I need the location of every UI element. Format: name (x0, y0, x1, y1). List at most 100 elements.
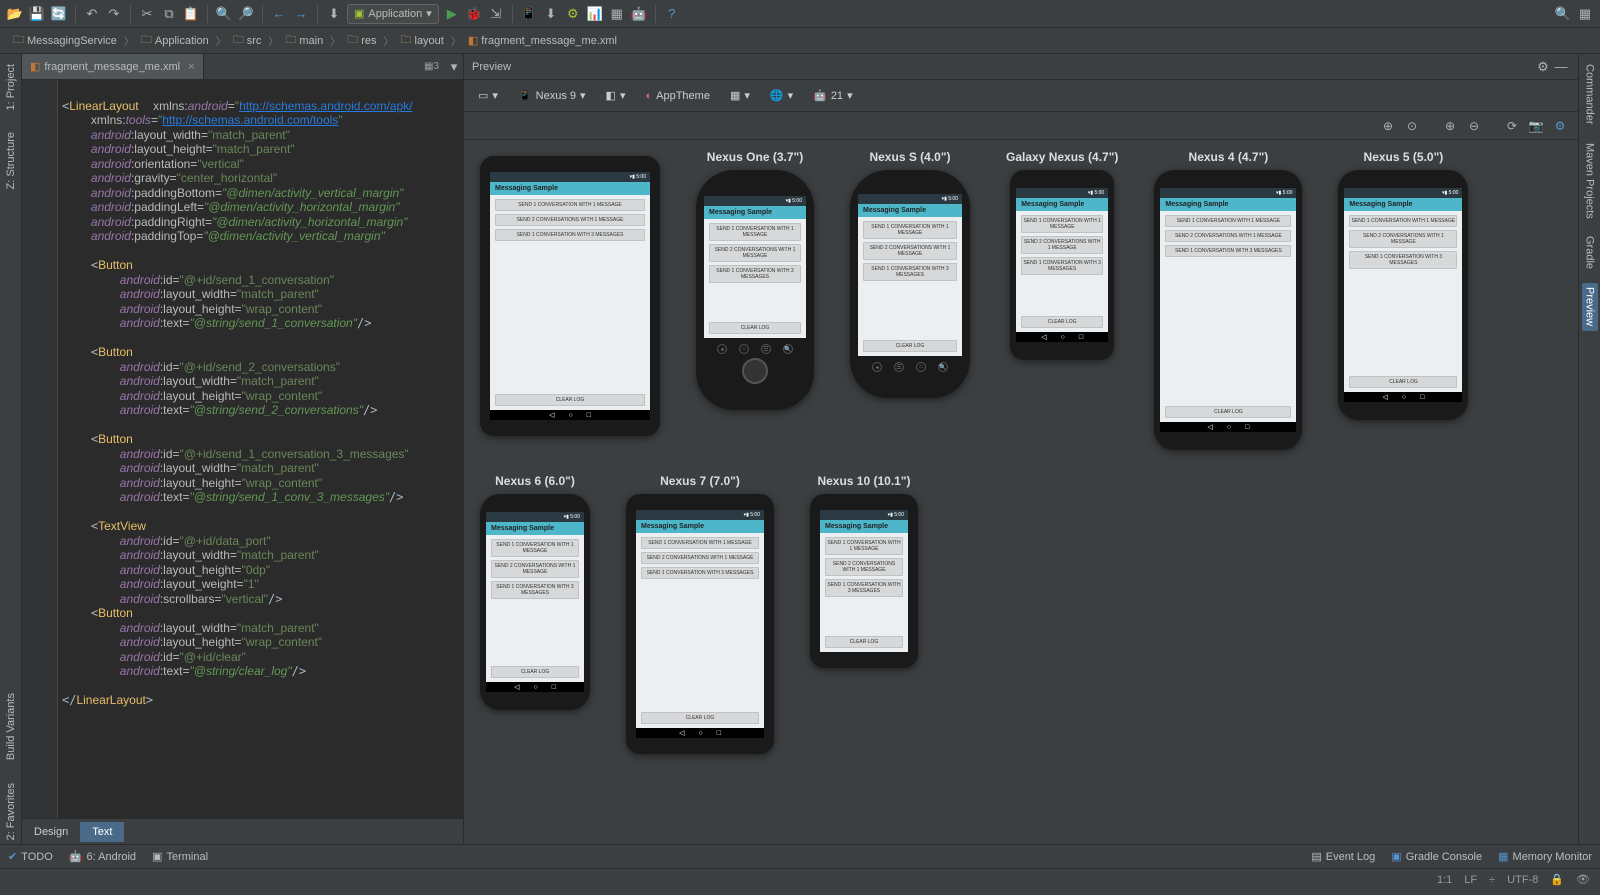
run-icon[interactable]: ▶ (443, 5, 461, 23)
text-tab[interactable]: Text (80, 822, 124, 842)
gradle-tab[interactable]: Gradle (1582, 232, 1598, 273)
memory-monitor-tool[interactable]: ▦Memory Monitor (1498, 850, 1592, 863)
close-tab-icon[interactable]: × (188, 61, 194, 73)
tab-menu-icon[interactable]: ▾ (445, 58, 463, 76)
gear-icon[interactable]: ⚙ (1534, 58, 1552, 76)
structure-icon[interactable]: ▦ (608, 5, 626, 23)
avd-icon[interactable]: 📱 (520, 5, 538, 23)
breadcrumb-item[interactable]: 🗀res (342, 29, 381, 52)
file-encoding[interactable]: UTF-8 (1507, 874, 1538, 886)
status-bar: 1:1 LF ÷ UTF-8 🔒 👁 (0, 868, 1600, 890)
preview-canvas[interactable]: ▾▮ 5:00 Messaging Sample SEND 1 CONVERSA… (464, 140, 1578, 844)
editor-tab[interactable]: ◧ fragment_message_me.xml × (22, 54, 204, 79)
hide-icon[interactable]: — (1552, 58, 1570, 76)
editor-panel: ◧ fragment_message_me.xml × ▦3 ▾ <Linear… (22, 54, 464, 844)
dropdown-icon: ▾ (426, 7, 432, 20)
make-icon[interactable]: ⬇ (325, 5, 343, 23)
api-select[interactable]: 🤖21▾ (807, 87, 858, 104)
screenshot-icon[interactable]: 📷 (1528, 118, 1544, 134)
breadcrumb-item[interactable]: 🗀layout (396, 29, 449, 52)
activity-select[interactable]: ▦▾ (724, 87, 756, 104)
open-icon[interactable]: 📂 (6, 5, 24, 23)
gradle-console-tool[interactable]: ▣Gradle Console (1391, 850, 1482, 863)
left-tool-gutter: 1: Project Z: Structure Build Variants 2… (0, 54, 22, 844)
device-preview[interactable]: Nexus 5 (5.0") ▾▮ 5:00 Messaging Sample … (1338, 150, 1468, 450)
preview-tab[interactable]: Preview (1582, 283, 1598, 330)
breadcrumb-item[interactable]: ◧fragment_message_me.xml (463, 32, 622, 49)
device-preview[interactable]: Nexus One (3.7") ▾▮ 5:00 Messaging Sampl… (696, 150, 814, 450)
search-everywhere-icon[interactable]: 🔍 (1554, 5, 1572, 23)
breadcrumb-item[interactable]: 🗀src (228, 29, 267, 52)
settings-icon[interactable]: ▦ (1576, 5, 1594, 23)
tab-badge: ▦3 (424, 61, 439, 72)
main-toolbar: 📂 💾 🔄 ↶ ↷ ✂ ⧉ 📋 🔍 🔎 ← → ⬇ ▣ Application … (0, 0, 1600, 28)
breadcrumb-item[interactable]: 🗀Application (136, 29, 214, 52)
zoom-actual-icon[interactable]: ⊕ (1442, 118, 1458, 134)
maven-tab[interactable]: Maven Projects (1582, 139, 1598, 223)
inspector-icon[interactable]: 👁 (1576, 873, 1590, 886)
lock-icon[interactable]: 🔒 (1550, 873, 1564, 886)
tab-filename: fragment_message_me.xml (44, 61, 180, 73)
breadcrumb-item[interactable]: 🗀main (280, 29, 328, 52)
run-config-select[interactable]: ▣ Application ▾ (347, 4, 439, 24)
breadcrumb: 🗀MessagingService〉 🗀Application〉 🗀src〉 🗀… (0, 28, 1600, 54)
device-select[interactable]: ▭▾ (472, 87, 504, 104)
preview-zoom-bar: ⊕ ⊙ ⊕ ⊖ ⟳ 📷 ⚙ (464, 112, 1578, 140)
bottom-tool-bar: ✔TODO 🤖6: Android ▣Terminal ▤Event Log ▣… (0, 844, 1600, 868)
ddms-icon[interactable]: ⚙ (564, 5, 582, 23)
xml-file-icon: ◧ (30, 60, 40, 73)
find-icon[interactable]: 🔍 (215, 5, 233, 23)
replace-icon[interactable]: 🔎 (237, 5, 255, 23)
back-icon[interactable]: ← (270, 5, 288, 23)
zoom-fit-icon[interactable]: ⊙ (1404, 118, 1420, 134)
design-tab[interactable]: Design (22, 822, 80, 842)
theme-select[interactable]: ◐AppTheme (639, 88, 715, 104)
commander-tab[interactable]: Commander (1582, 60, 1598, 129)
copy-icon[interactable]: ⧉ (160, 5, 178, 23)
forward-icon[interactable]: → (292, 5, 310, 23)
settings-icon[interactable]: ⚙ (1552, 118, 1568, 134)
line-separator[interactable]: LF (1464, 874, 1477, 886)
save-icon[interactable]: 💾 (28, 5, 46, 23)
device-preview[interactable]: Nexus S (4.0") ▾▮ 5:00 Messaging Sample … (850, 150, 970, 450)
code-editor[interactable]: <LinearLayout xmlns:android="http://sche… (22, 80, 463, 818)
device-preview[interactable]: Galaxy Nexus (4.7") ▾▮ 5:00 Messaging Sa… (1006, 150, 1118, 450)
orientation-select[interactable]: ◧▾ (600, 87, 632, 104)
undo-icon[interactable]: ↶ (83, 5, 101, 23)
event-log-tool[interactable]: ▤Event Log (1311, 850, 1375, 863)
monitor-icon[interactable]: 📊 (586, 5, 604, 23)
refresh-icon[interactable]: ⟳ (1504, 118, 1520, 134)
favorites-tool-tab[interactable]: 2: Favorites (3, 779, 19, 844)
project-tool-tab[interactable]: 1: Project (3, 60, 19, 114)
breadcrumb-item[interactable]: 🗀MessagingService (8, 29, 122, 52)
android-icon[interactable]: 🤖 (630, 5, 648, 23)
cut-icon[interactable]: ✂ (138, 5, 156, 23)
sdk-icon[interactable]: ⬇ (542, 5, 560, 23)
device-name-select[interactable]: 📱Nexus 9▾ (512, 87, 592, 104)
zoom-out-icon[interactable]: ⊖ (1466, 118, 1482, 134)
device-preview[interactable]: Nexus 4 (4.7") ▾▮ 5:00 Messaging Sample … (1154, 150, 1302, 450)
device-preview[interactable]: Nexus 6 (6.0") ▾▮ 5:00 Messaging Sample … (480, 474, 590, 754)
editor-tab-bar: ◧ fragment_message_me.xml × ▦3 ▾ (22, 54, 463, 80)
device-preview[interactable]: Nexus 10 (10.1") ▾▮ 5:00 Messaging Sampl… (810, 474, 918, 754)
right-tool-gutter: Commander Maven Projects Gradle Preview (1578, 54, 1600, 844)
paste-icon[interactable]: 📋 (182, 5, 200, 23)
preview-header: Preview ⚙ — (464, 54, 1578, 80)
zoom-in-icon[interactable]: ⊕ (1380, 118, 1396, 134)
help-icon[interactable]: ? (663, 5, 681, 23)
design-text-tabs: Design Text (22, 818, 463, 844)
preview-title: Preview (472, 61, 511, 73)
run-config-label: Application (368, 8, 422, 20)
todo-tool[interactable]: ✔TODO (8, 850, 53, 863)
android-tool[interactable]: 🤖6: Android (69, 850, 136, 863)
device-preview[interactable]: ▾▮ 5:00 Messaging Sample SEND 1 CONVERSA… (480, 150, 660, 450)
device-preview[interactable]: Nexus 7 (7.0") ▾▮ 5:00 Messaging Sample … (626, 474, 774, 754)
locale-select[interactable]: 🌐▾ (764, 87, 799, 104)
sync-icon[interactable]: 🔄 (50, 5, 68, 23)
structure-tool-tab[interactable]: Z: Structure (3, 128, 19, 193)
redo-icon[interactable]: ↷ (105, 5, 123, 23)
attach-icon[interactable]: ⇲ (487, 5, 505, 23)
build-variants-tab[interactable]: Build Variants (3, 689, 19, 764)
debug-icon[interactable]: 🐞 (465, 5, 483, 23)
terminal-tool[interactable]: ▣Terminal (152, 850, 208, 863)
